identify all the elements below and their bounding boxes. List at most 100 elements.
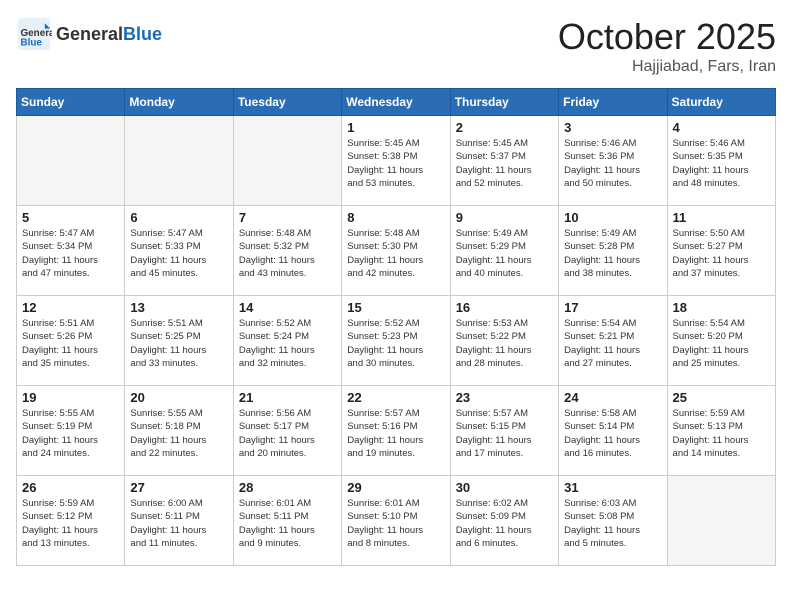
calendar-cell: 4 Sunrise: 5:46 AM Sunset: 5:35 PM Daylig… — [667, 116, 775, 206]
day-info: Sunrise: 5:57 AM Sunset: 5:16 PM Dayligh… — [347, 407, 444, 460]
day-number: 18 — [673, 300, 770, 315]
day-number: 26 — [22, 480, 119, 495]
day-info: Sunrise: 5:46 AM Sunset: 5:36 PM Dayligh… — [564, 137, 661, 190]
calendar-cell — [17, 116, 125, 206]
calendar-cell: 15 Sunrise: 5:52 AM Sunset: 5:23 PM Dayli… — [342, 296, 450, 386]
day-info: Sunrise: 5:52 AM Sunset: 5:23 PM Dayligh… — [347, 317, 444, 370]
calendar-cell: 27 Sunrise: 6:00 AM Sunset: 5:11 PM Dayli… — [125, 476, 233, 566]
location-subtitle: Hajjiabad, Fars, Iran — [558, 58, 776, 76]
weekday-header: Wednesday — [342, 89, 450, 116]
day-number: 13 — [130, 300, 227, 315]
day-info: Sunrise: 5:56 AM Sunset: 5:17 PM Dayligh… — [239, 407, 336, 460]
calendar-cell: 28 Sunrise: 6:01 AM Sunset: 5:11 PM Dayli… — [233, 476, 341, 566]
day-info: Sunrise: 5:47 AM Sunset: 5:33 PM Dayligh… — [130, 227, 227, 280]
day-info: Sunrise: 6:01 AM Sunset: 5:11 PM Dayligh… — [239, 497, 336, 550]
day-number: 29 — [347, 480, 444, 495]
calendar-cell: 18Sunrise: 5:54 AM Sunset: 5:20 PM Dayli… — [667, 296, 775, 386]
day-info: Sunrise: 6:02 AM Sunset: 5:09 PM Dayligh… — [456, 497, 553, 550]
month-title: October 2025 — [558, 16, 776, 58]
calendar-cell: 8Sunrise: 5:48 AM Sunset: 5:30 PM Daylig… — [342, 206, 450, 296]
calendar-cell: 10 Sunrise: 5:49 AM Sunset: 5:28 PM Dayli… — [559, 206, 667, 296]
day-info: Sunrise: 5:46 AM Sunset: 5:35 PM Dayligh… — [673, 137, 770, 190]
logo: General Blue GeneralBlue — [16, 16, 162, 52]
day-info: Sunrise: 6:03 AM Sunset: 5:08 PM Dayligh… — [564, 497, 661, 550]
calendar-cell: 7Sunrise: 5:48 AM Sunset: 5:32 PM Daylig… — [233, 206, 341, 296]
day-number: 23 — [456, 390, 553, 405]
weekday-header: Tuesday — [233, 89, 341, 116]
day-info: Sunrise: 5:57 AM Sunset: 5:15 PM Dayligh… — [456, 407, 553, 460]
day-number: 28 — [239, 480, 336, 495]
day-number: 10 — [564, 210, 661, 225]
day-number: 2 — [456, 120, 553, 135]
day-number: 9 — [456, 210, 553, 225]
day-number: 27 — [130, 480, 227, 495]
calendar-cell: 12Sunrise: 5:51 AM Sunset: 5:26 PM Dayli… — [17, 296, 125, 386]
calendar-week-row: 12Sunrise: 5:51 AM Sunset: 5:26 PM Dayli… — [17, 296, 776, 386]
day-info: Sunrise: 5:58 AM Sunset: 5:14 PM Dayligh… — [564, 407, 661, 460]
calendar-week-row: 5Sunrise: 5:47 AM Sunset: 5:34 PM Daylig… — [17, 206, 776, 296]
day-number: 1 — [347, 120, 444, 135]
calendar-cell — [667, 476, 775, 566]
day-number: 20 — [130, 390, 227, 405]
day-info: Sunrise: 6:00 AM Sunset: 5:11 PM Dayligh… — [130, 497, 227, 550]
calendar-week-row: 26 Sunrise: 5:59 AM Sunset: 5:12 PM Dayli… — [17, 476, 776, 566]
calendar-cell: 11Sunrise: 5:50 AM Sunset: 5:27 PM Dayli… — [667, 206, 775, 296]
weekday-header: Thursday — [450, 89, 558, 116]
day-info: Sunrise: 5:45 AM Sunset: 5:38 PM Dayligh… — [347, 137, 444, 190]
calendar-cell: 19 Sunrise: 5:55 AM Sunset: 5:19 PM Dayli… — [17, 386, 125, 476]
calendar-cell: 17Sunrise: 5:54 AM Sunset: 5:21 PM Dayli… — [559, 296, 667, 386]
calendar-cell: 3 Sunrise: 5:46 AM Sunset: 5:36 PM Daylig… — [559, 116, 667, 206]
day-number: 4 — [673, 120, 770, 135]
calendar-table: SundayMondayTuesdayWednesdayThursdayFrid… — [16, 88, 776, 566]
calendar-cell: 25 Sunrise: 5:59 AM Sunset: 5:13 PM Dayli… — [667, 386, 775, 476]
logo-text-general: General — [56, 24, 123, 44]
day-number: 31 — [564, 480, 661, 495]
calendar-cell: 5Sunrise: 5:47 AM Sunset: 5:34 PM Daylig… — [17, 206, 125, 296]
calendar-cell: 24 Sunrise: 5:58 AM Sunset: 5:14 PM Dayli… — [559, 386, 667, 476]
day-number: 19 — [22, 390, 119, 405]
day-number: 7 — [239, 210, 336, 225]
day-info: Sunrise: 5:59 AM Sunset: 5:12 PM Dayligh… — [22, 497, 119, 550]
day-number: 6 — [130, 210, 227, 225]
calendar-cell: 29Sunrise: 6:01 AM Sunset: 5:10 PM Dayli… — [342, 476, 450, 566]
calendar-cell — [233, 116, 341, 206]
day-info: Sunrise: 5:52 AM Sunset: 5:24 PM Dayligh… — [239, 317, 336, 370]
day-number: 22 — [347, 390, 444, 405]
day-info: Sunrise: 5:55 AM Sunset: 5:19 PM Dayligh… — [22, 407, 119, 460]
calendar-cell: 21Sunrise: 5:56 AM Sunset: 5:17 PM Dayli… — [233, 386, 341, 476]
day-number: 17 — [564, 300, 661, 315]
calendar-cell: 20 Sunrise: 5:55 AM Sunset: 5:18 PM Dayli… — [125, 386, 233, 476]
weekday-header: Saturday — [667, 89, 775, 116]
weekday-header: Monday — [125, 89, 233, 116]
day-number: 3 — [564, 120, 661, 135]
logo-icon: General Blue — [16, 16, 52, 52]
day-info: Sunrise: 5:45 AM Sunset: 5:37 PM Dayligh… — [456, 137, 553, 190]
day-number: 15 — [347, 300, 444, 315]
weekday-header: Sunday — [17, 89, 125, 116]
calendar-cell: 23 Sunrise: 5:57 AM Sunset: 5:15 PM Dayli… — [450, 386, 558, 476]
calendar-week-row: 19 Sunrise: 5:55 AM Sunset: 5:19 PM Dayli… — [17, 386, 776, 476]
calendar-cell: 9 Sunrise: 5:49 AM Sunset: 5:29 PM Daylig… — [450, 206, 558, 296]
calendar-cell: 14Sunrise: 5:52 AM Sunset: 5:24 PM Dayli… — [233, 296, 341, 386]
day-info: Sunrise: 5:51 AM Sunset: 5:25 PM Dayligh… — [130, 317, 227, 370]
day-info: Sunrise: 5:49 AM Sunset: 5:29 PM Dayligh… — [456, 227, 553, 280]
day-info: Sunrise: 5:59 AM Sunset: 5:13 PM Dayligh… — [673, 407, 770, 460]
day-info: Sunrise: 5:53 AM Sunset: 5:22 PM Dayligh… — [456, 317, 553, 370]
calendar-cell: 31 Sunrise: 6:03 AM Sunset: 5:08 PM Dayli… — [559, 476, 667, 566]
calendar-week-row: 1 Sunrise: 5:45 AM Sunset: 5:38 PM Daylig… — [17, 116, 776, 206]
logo-text-blue: Blue — [123, 24, 162, 44]
day-number: 16 — [456, 300, 553, 315]
day-info: Sunrise: 5:49 AM Sunset: 5:28 PM Dayligh… — [564, 227, 661, 280]
calendar-cell: 1 Sunrise: 5:45 AM Sunset: 5:38 PM Daylig… — [342, 116, 450, 206]
calendar-cell: 13 Sunrise: 5:51 AM Sunset: 5:25 PM Dayli… — [125, 296, 233, 386]
day-info: Sunrise: 5:55 AM Sunset: 5:18 PM Dayligh… — [130, 407, 227, 460]
calendar-cell: 22 Sunrise: 5:57 AM Sunset: 5:16 PM Dayli… — [342, 386, 450, 476]
day-info: Sunrise: 5:48 AM Sunset: 5:30 PM Dayligh… — [347, 227, 444, 280]
calendar-cell: 26 Sunrise: 5:59 AM Sunset: 5:12 PM Dayli… — [17, 476, 125, 566]
title-block: October 2025 Hajjiabad, Fars, Iran — [558, 16, 776, 76]
day-number: 24 — [564, 390, 661, 405]
day-number: 25 — [673, 390, 770, 405]
calendar-cell: 30Sunrise: 6:02 AM Sunset: 5:09 PM Dayli… — [450, 476, 558, 566]
day-info: Sunrise: 5:47 AM Sunset: 5:34 PM Dayligh… — [22, 227, 119, 280]
page-header: General Blue GeneralBlue October 2025 Ha… — [16, 16, 776, 76]
